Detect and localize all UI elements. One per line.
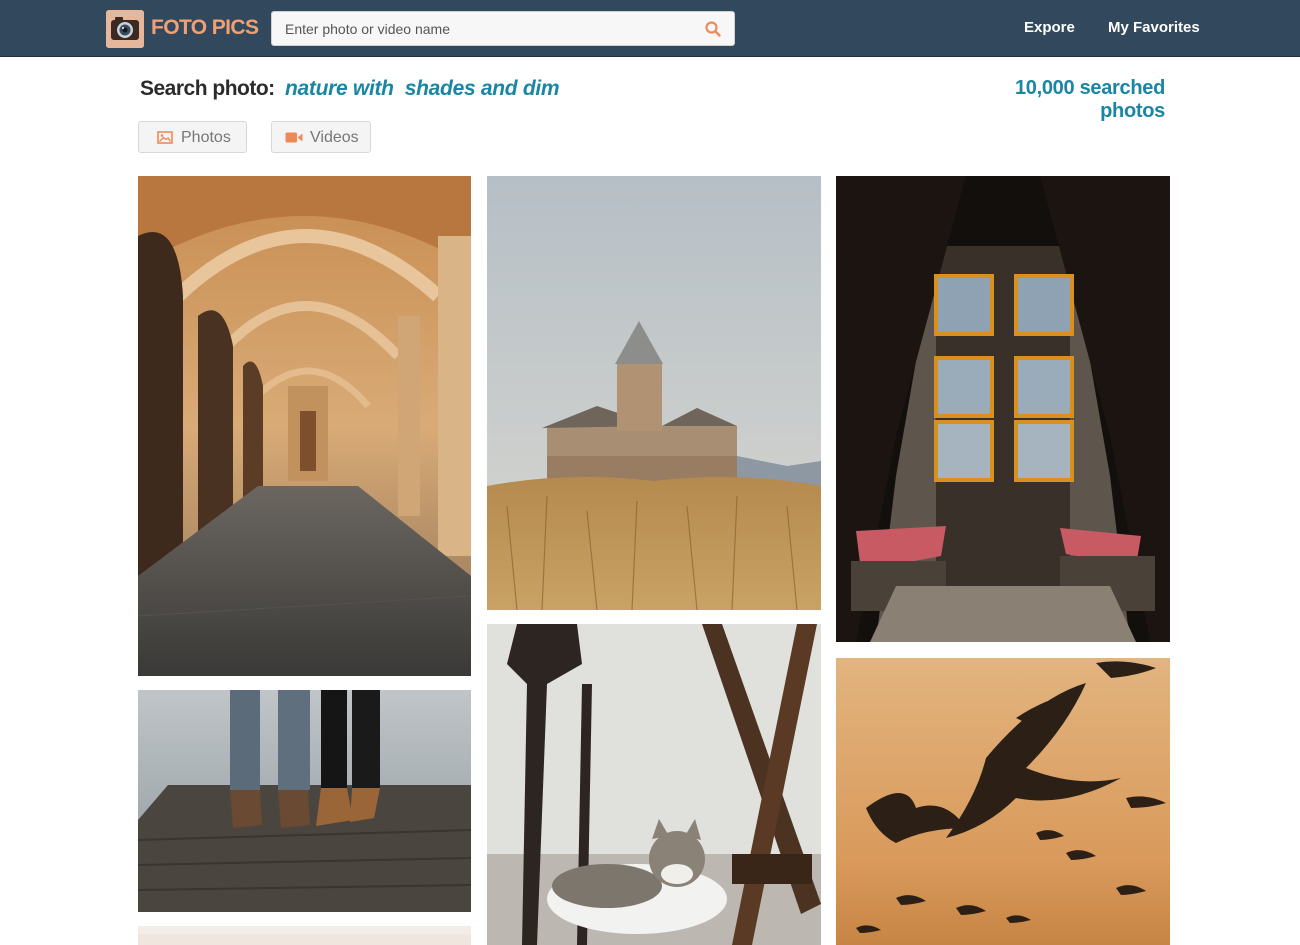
nav-explore-link[interactable]: Expore [1024,19,1075,36]
camera-icon[interactable] [106,10,144,48]
photo-seagulls-sunset[interactable] [836,658,1170,945]
nav-favorites-link[interactable]: My Favorites [1108,19,1200,36]
results-count: 10,000 searched photos [1014,77,1165,122]
photo-arched-corridor[interactable] [138,176,471,676]
search-query-text: nature with shades and dim [285,77,560,100]
image-icon [157,131,173,149]
photo-partial[interactable] [138,926,471,945]
search-input[interactable] [272,12,692,45]
tab-photos-label: Photos [181,129,231,146]
search-box [271,11,735,46]
video-camera-icon [285,131,303,149]
top-navigation-bar: FOTO PICS Expore My Favorites [0,0,1300,57]
tab-videos[interactable]: Videos [271,121,371,153]
search-results-heading: Search photo: [140,77,275,100]
tab-videos-label: Videos [310,129,359,146]
photo-church-wheat-field[interactable] [487,176,821,610]
photo-boots-on-dock[interactable] [138,690,471,912]
photo-cat-by-wall[interactable] [487,624,821,945]
brand-name[interactable]: FOTO PICS [151,16,259,40]
tab-photos[interactable]: Photos [138,121,247,153]
search-icon[interactable] [704,20,722,38]
photo-stained-glass-window[interactable] [836,176,1170,642]
